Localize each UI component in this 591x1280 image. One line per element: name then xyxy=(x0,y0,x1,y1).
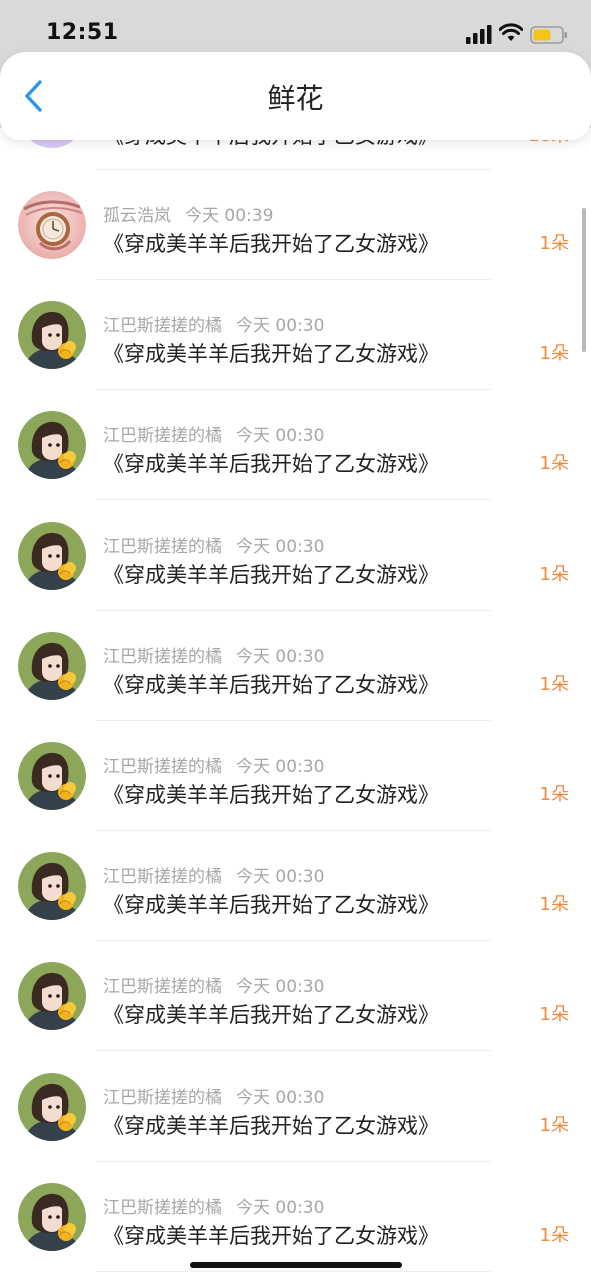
flower-count: 1朵 xyxy=(539,1004,569,1026)
flower-count: 1朵 xyxy=(539,233,569,254)
avatar[interactable] xyxy=(18,1072,86,1141)
avatar[interactable] xyxy=(18,301,86,370)
avatar[interactable] xyxy=(18,962,86,1031)
sent-time: 今天 00:30 xyxy=(236,1087,325,1108)
flower-count: 1朵 xyxy=(539,1114,569,1136)
sender-name[interactable]: 江巴斯搓搓的橘 xyxy=(103,647,222,667)
sent-time: 今天 00:30 xyxy=(236,426,325,447)
item-meta: 江巴斯搓搓的橘 今天 00:30 xyxy=(103,972,324,997)
status-bar: 12:51 xyxy=(0,0,591,52)
sender-name[interactable]: 江巴斯搓搓的橘 xyxy=(103,316,222,336)
novel-title: 《穿成美羊羊后我开始了乙女游戏》 xyxy=(103,232,439,256)
sent-time: 今天 00:30 xyxy=(236,977,325,998)
item-meta: 孤云浩岚 今天 00:39 xyxy=(103,201,273,226)
sender-name[interactable]: 江巴斯搓搓的橘 xyxy=(103,426,222,446)
sent-time: 今天 00:30 xyxy=(236,1197,325,1218)
flower-count: 1朵 xyxy=(539,563,569,585)
list-item[interactable]: 江巴斯搓搓的橘 今天 00:30 《穿成美羊羊后我开始了乙女游戏》 1朵 xyxy=(0,831,591,942)
list-item[interactable]: 江巴斯搓搓的橘 今天 00:30 《穿成美羊羊后我开始了乙女游戏》 1朵 xyxy=(0,501,591,611)
sender-name[interactable]: 江巴斯搓搓的橘 xyxy=(103,1088,222,1108)
sender-name[interactable]: 江巴斯搓搓的橘 xyxy=(103,977,222,997)
item-meta: 江巴斯搓搓的橘 今天 00:30 xyxy=(103,532,324,557)
avatar[interactable] xyxy=(18,742,86,810)
cellular-signal-icon xyxy=(466,25,492,44)
flower-count: 1朵 xyxy=(539,673,569,695)
item-meta: 江巴斯搓搓的橘 今天 00:30 xyxy=(103,1083,324,1108)
item-meta: 江巴斯搓搓的橘 今天 00:30 xyxy=(103,311,324,336)
list-item[interactable]: 江巴斯搓搓的橘 今天 00:30 《穿成美羊羊后我开始了乙女游戏》 1朵 xyxy=(0,611,591,721)
avatar[interactable] xyxy=(18,1182,86,1251)
scrollbar[interactable] xyxy=(582,208,586,352)
page-title: 鲜花 xyxy=(267,82,324,115)
item-meta: 江巴斯搓搓的橘 今天 00:30 xyxy=(103,421,324,446)
novel-title: 《穿成美羊羊后我开始了乙女游戏》 xyxy=(103,342,439,367)
novel-title: 《穿成美羊羊后我开始了乙女游戏》 xyxy=(103,672,439,697)
item-meta: 江巴斯搓搓的橘 今天 00:30 xyxy=(103,862,324,887)
avatar[interactable] xyxy=(18,521,86,590)
novel-title: 《穿成美羊羊后我开始了乙女游戏》 xyxy=(103,893,439,918)
flower-count: 1朵 xyxy=(539,784,569,805)
novel-title: 《穿成美羊羊后我开始了乙女游戏》 xyxy=(103,1003,439,1028)
avatar[interactable] xyxy=(18,852,86,921)
home-indicator[interactable] xyxy=(190,1262,402,1268)
sent-time: 今天 00:30 xyxy=(236,316,325,337)
flower-count: 1朵 xyxy=(539,343,569,365)
avatar[interactable] xyxy=(18,191,86,259)
sent-time: 今天 00:30 xyxy=(236,757,325,777)
novel-title: 《穿成美羊羊后我开始了乙女游戏》 xyxy=(103,1113,439,1138)
novel-title: 《穿成美羊羊后我开始了乙女游戏》 xyxy=(103,1223,439,1248)
list-item[interactable]: 江巴斯搓搓的橘 今天 00:30 《穿成美羊羊后我开始了乙女游戏》 1朵 xyxy=(0,390,591,501)
sender-name[interactable]: 江巴斯搓搓的橘 xyxy=(103,537,222,557)
flower-list[interactable]: 《穿成美羊羊后我开始了乙女游戏》 10朵 孤云浩岚今天 00:39《穿成美羊羊后… xyxy=(0,128,591,1280)
wifi-icon xyxy=(499,23,523,41)
sent-time: 今天 00:30 xyxy=(236,646,325,667)
list-item[interactable]: 江巴斯搓搓的橘 今天 00:30 《穿成美羊羊后我开始了乙女游戏》 1朵 xyxy=(0,721,591,831)
list-item[interactable]: 孤云浩岚 今天 00:39 《穿成美羊羊后我开始了乙女游戏》 1朵 xyxy=(0,170,591,280)
sender-name[interactable]: 江巴斯搓搓的橘 xyxy=(103,1198,222,1218)
novel-title: 《穿成美羊羊后我开始了乙女游戏》 xyxy=(103,783,439,807)
item-meta: 江巴斯搓搓的橘 今天 00:30 xyxy=(103,752,324,777)
flower-count: 1朵 xyxy=(539,453,569,475)
list-item[interactable]: 江巴斯搓搓的橘 今天 00:30 《穿成美羊羊后我开始了乙女游戏》 1朵 xyxy=(0,1052,591,1162)
sent-time: 今天 00:30 xyxy=(236,536,325,557)
battery-icon xyxy=(530,26,567,44)
avatar[interactable] xyxy=(18,631,86,700)
sent-time: 今天 00:39 xyxy=(185,206,274,226)
item-meta: 江巴斯搓搓的橘 今天 00:30 xyxy=(103,1193,324,1218)
nav-header: 鲜花 xyxy=(0,52,591,140)
flower-count: 1朵 xyxy=(539,894,569,916)
list-item[interactable]: 江巴斯搓搓的橘 今天 00:30 《穿成美羊羊后我开始了乙女游戏》 1朵 xyxy=(0,280,591,391)
item-meta: 江巴斯搓搓的橘 今天 00:30 xyxy=(103,642,324,667)
divider xyxy=(96,1270,491,1272)
sender-name[interactable]: 江巴斯搓搓的橘 xyxy=(103,867,222,887)
novel-title: 《穿成美羊羊后我开始了乙女游戏》 xyxy=(103,452,439,477)
sender-name[interactable]: 孤云浩岚 xyxy=(103,206,171,226)
status-time: 12:51 xyxy=(46,20,119,45)
novel-title: 《穿成美羊羊后我开始了乙女游戏》 xyxy=(103,562,439,587)
sent-time: 今天 00:30 xyxy=(236,867,325,888)
avatar[interactable] xyxy=(18,411,86,480)
list-item[interactable]: 江巴斯搓搓的橘 今天 00:30 《穿成美羊羊后我开始了乙女游戏》 1朵 xyxy=(0,941,591,1052)
list-item[interactable]: 江巴斯搓搓的橘 今天 00:30 《穿成美羊羊后我开始了乙女游戏》 1朵 xyxy=(0,1162,591,1272)
sender-name[interactable]: 江巴斯搓搓的橘 xyxy=(103,757,222,777)
flower-count: 1朵 xyxy=(539,1224,569,1246)
